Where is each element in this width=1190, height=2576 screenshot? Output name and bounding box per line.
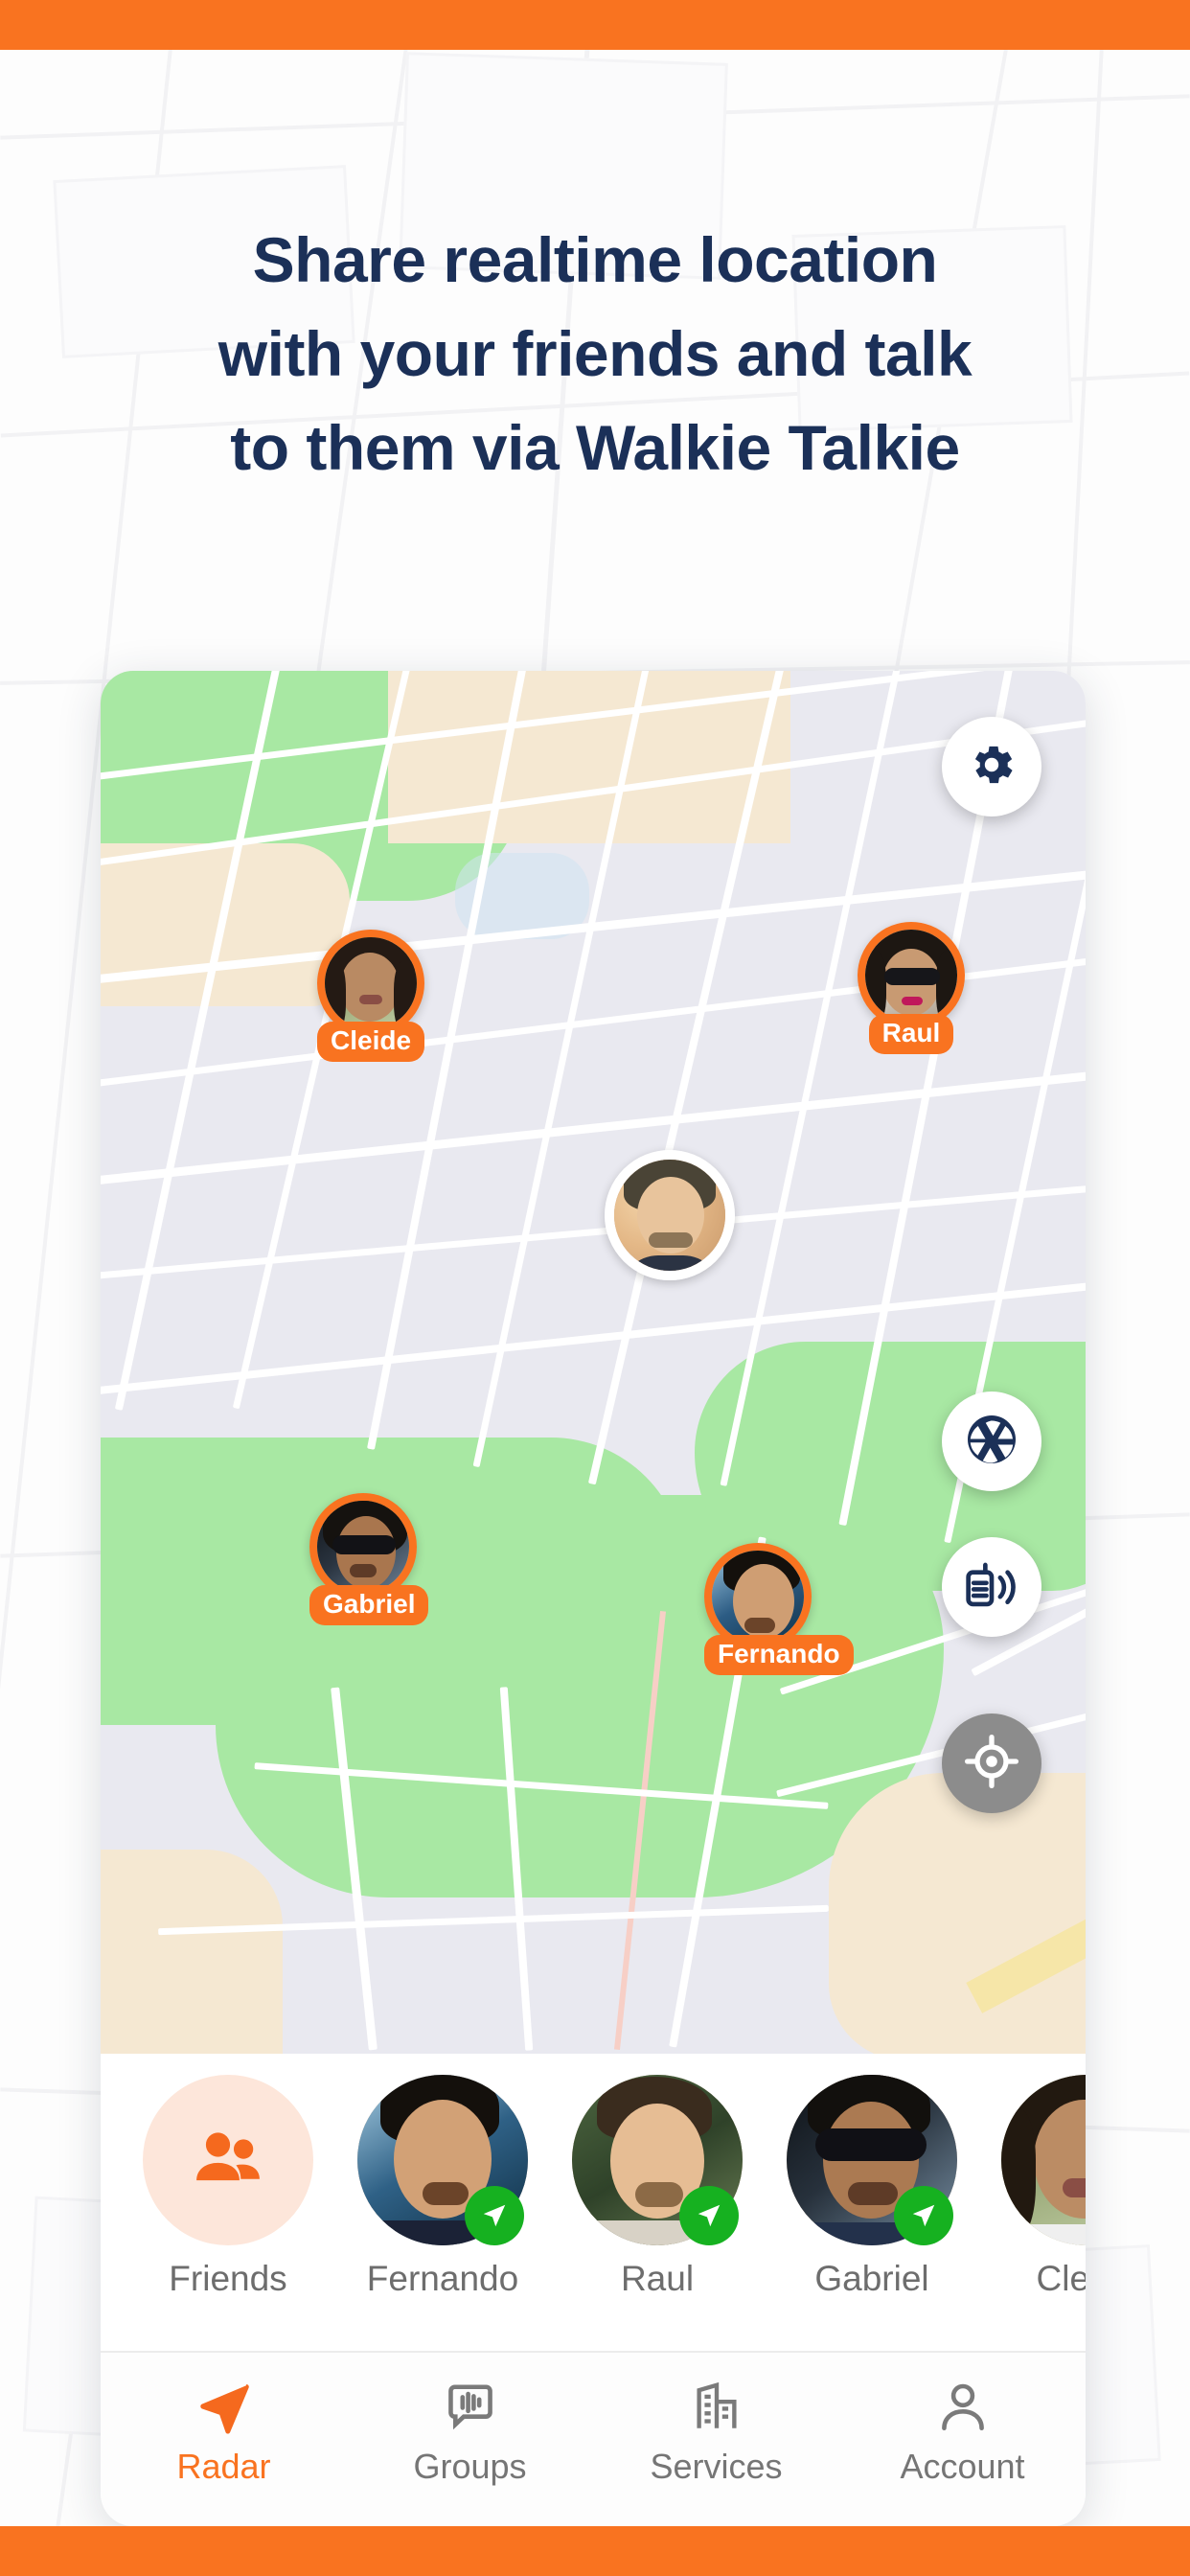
online-location-badge — [894, 2186, 953, 2245]
locate-me-button[interactable] — [942, 1714, 1041, 1813]
bottom-navigation: Radar Groups Services Account — [101, 2351, 1086, 2526]
aperture-icon — [963, 1411, 1020, 1473]
map-marker-label: Raul — [868, 1014, 954, 1054]
map-marker-label: Cleide — [317, 1022, 425, 1062]
online-location-badge — [465, 2186, 524, 2245]
top-accent-bar — [0, 0, 1190, 50]
friends-list: Friends Fernando Raul Gabriel Cle — [143, 2075, 1086, 2299]
friend-item-gabriel[interactable]: Gabriel — [787, 2075, 957, 2299]
map-marker-self[interactable] — [605, 1150, 735, 1280]
nav-item-groups[interactable]: Groups — [347, 2353, 593, 2487]
nav-item-services[interactable]: Services — [593, 2353, 839, 2487]
avatar-image — [1001, 2075, 1086, 2245]
friend-name: Gabriel — [814, 2259, 929, 2298]
nav-item-account[interactable]: Account — [839, 2353, 1086, 2487]
crosshair-locate-icon — [964, 1734, 1019, 1794]
map-marker-gabriel[interactable]: Gabriel — [309, 1493, 429, 1625]
avatar — [1001, 2075, 1086, 2245]
avatar-image — [325, 937, 417, 1029]
friends-strip[interactable]: Friends Fernando Raul Gabriel Cle — [101, 2054, 1086, 2351]
friends-group-item[interactable]: Friends — [143, 2075, 313, 2299]
person-icon — [839, 2378, 1086, 2437]
friend-item-fernando[interactable]: Fernando — [357, 2075, 528, 2299]
friend-name: Fernando — [366, 2259, 519, 2298]
avatar — [143, 2075, 313, 2245]
friend-item-cleide[interactable]: Cleide — [1001, 2075, 1086, 2299]
map-marker-cleide[interactable]: Cleide — [317, 930, 425, 1062]
people-group-icon — [188, 2118, 268, 2203]
camera-button[interactable] — [942, 1392, 1041, 1491]
avatar-image — [317, 1501, 409, 1593]
headline-line-3: to them via Walkie Talkie — [230, 412, 960, 483]
online-location-badge — [679, 2186, 739, 2245]
nav-label: Services — [650, 2447, 783, 2486]
voice-chat-icon — [347, 2378, 593, 2437]
nav-item-radar[interactable]: Radar — [101, 2353, 347, 2487]
avatar — [605, 1150, 735, 1280]
walkie-talkie-button[interactable] — [942, 1537, 1041, 1637]
phone-mockup: Cleide Raul Gabriel Fernando Friends Fer… — [101, 671, 1086, 2526]
nav-label: Groups — [413, 2447, 527, 2486]
avatar-image — [614, 1160, 725, 1271]
friend-name: Cleide — [1036, 2259, 1086, 2298]
nav-label: Account — [900, 2447, 1025, 2486]
avatar-image — [712, 1551, 804, 1643]
friend-item-raul[interactable]: Raul — [572, 2075, 743, 2299]
map-marker-fernando[interactable]: Fernando — [704, 1543, 854, 1675]
map-marker-label: Gabriel — [309, 1585, 429, 1625]
map-marker-label: Fernando — [704, 1635, 854, 1675]
friend-name: Friends — [169, 2259, 287, 2298]
buildings-icon — [593, 2378, 839, 2437]
bottom-accent-bar — [0, 2526, 1190, 2576]
page-title: Share realtime location with your friend… — [0, 213, 1190, 494]
map-marker-raul[interactable]: Raul — [858, 922, 965, 1054]
gear-icon — [966, 739, 1018, 795]
avatar-image — [865, 930, 957, 1022]
map-canvas[interactable]: Cleide Raul Gabriel Fernando — [101, 671, 1086, 2054]
headline-line-1: Share realtime location — [252, 224, 938, 295]
settings-button[interactable] — [942, 717, 1041, 816]
navigation-arrow-icon — [101, 2378, 347, 2437]
friend-name: Raul — [620, 2259, 695, 2298]
walkie-talkie-icon — [962, 1555, 1021, 1620]
nav-label: Radar — [176, 2447, 271, 2486]
headline-line-2: with your friends and talk — [217, 318, 973, 389]
